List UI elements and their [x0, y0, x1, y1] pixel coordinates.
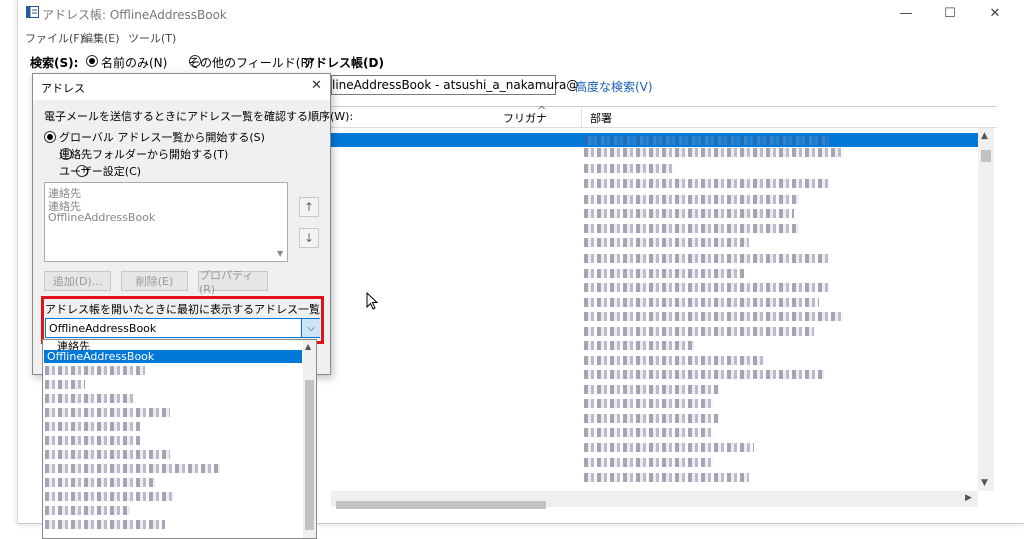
list-header: フリガナ ^ 部署	[331, 104, 997, 128]
properties-button[interactable]: プロパティ(R)	[198, 269, 268, 296]
dropdown-item-selected[interactable]: OfflineAddressBook	[44, 350, 302, 363]
scroll-right-icon[interactable]: ▶	[965, 493, 972, 503]
first-show-dropdown-list: 連絡先 OfflineAddressBook ▲	[42, 339, 317, 539]
table-row[interactable]	[584, 164, 674, 173]
scroll-thumb[interactable]	[981, 150, 991, 162]
custom-order-label[interactable]: ユーザー設定(C)	[59, 163, 141, 179]
table-row[interactable]	[584, 224, 799, 233]
listbox-scroll-down-icon[interactable]: ▼	[277, 249, 283, 258]
name-only-radio[interactable]	[86, 55, 98, 67]
table-row[interactable]	[584, 428, 714, 437]
scroll-up-icon[interactable]: ▲	[981, 131, 988, 141]
add-button[interactable]: 追加(D)...	[44, 271, 111, 291]
table-row[interactable]	[584, 356, 764, 365]
other-fields-label[interactable]: その他のフィールド(R)	[188, 54, 313, 71]
column-divider[interactable]	[581, 107, 582, 127]
table-row[interactable]	[584, 148, 844, 157]
list-item[interactable]	[45, 436, 140, 445]
table-row[interactable]	[584, 254, 829, 263]
table-row[interactable]	[584, 458, 714, 467]
list-item[interactable]	[45, 380, 85, 389]
list-vertical-scrollbar[interactable]: ▲ ▼	[978, 128, 994, 491]
close-button[interactable]: ✕	[973, 0, 1017, 27]
table-row[interactable]	[584, 269, 744, 278]
scroll-down-icon[interactable]: ▼	[981, 478, 988, 488]
table-row[interactable]	[584, 312, 844, 321]
menu-bar: ファイル(F) 編集(E) ツール(T)	[18, 27, 1024, 47]
list-item[interactable]	[45, 450, 170, 459]
department-column-blurred	[584, 128, 864, 488]
minimize-button[interactable]: —	[884, 0, 928, 27]
table-row[interactable]	[584, 238, 749, 247]
table-row[interactable]	[584, 195, 799, 204]
address-book-icon	[26, 6, 39, 18]
table-row[interactable]	[584, 136, 829, 145]
order-label: 電子メールを送信するときにアドレス一覧を確認する順序(W):	[44, 110, 354, 123]
table-row[interactable]	[584, 327, 814, 336]
table-row[interactable]	[584, 179, 829, 188]
move-up-button[interactable]: ↑	[299, 197, 319, 217]
table-row[interactable]	[584, 414, 719, 423]
menu-tools[interactable]: ツール(T)	[128, 30, 176, 46]
start-global-label[interactable]: グローバル アドレス一覧から開始する(S)	[59, 129, 265, 145]
address-book-select[interactable]: lineAddressBook - atsushi_a_nakamura@ ⌵	[331, 75, 578, 95]
table-row[interactable]	[584, 341, 694, 350]
chevron-down-icon: ⌵	[542, 77, 552, 91]
dialog-title: アドレス	[41, 82, 85, 95]
list-item[interactable]	[45, 366, 145, 375]
list-item[interactable]	[45, 394, 135, 403]
table-row[interactable]	[584, 399, 714, 408]
address-book-label: アドレス帳(D)	[303, 56, 384, 70]
column-department[interactable]: 部署	[590, 110, 612, 126]
dropdown-blurred-items	[43, 364, 301, 534]
table-row[interactable]	[584, 443, 754, 452]
table-row[interactable]	[584, 370, 824, 379]
menu-edit[interactable]: 編集(E)	[82, 30, 120, 46]
list-item[interactable]	[45, 408, 170, 417]
list-item[interactable]: OfflineAddressBook	[48, 211, 155, 224]
list-item[interactable]	[45, 478, 155, 487]
table-row[interactable]	[584, 209, 794, 218]
search-label: 検索(S):	[30, 56, 79, 70]
advanced-search-link[interactable]: 高度な検索(V)	[575, 78, 653, 95]
hscroll-thumb[interactable]	[336, 501, 546, 509]
list-horizontal-scrollbar[interactable]: ▶	[331, 491, 978, 509]
mouse-cursor-icon	[366, 292, 379, 310]
table-row[interactable]	[584, 298, 819, 307]
table-row[interactable]	[584, 473, 749, 482]
title-bar[interactable]: アドレス帳: OfflineAddressBook — ☐ ✕	[18, 0, 1024, 27]
search-row: 検索(S): 名前のみ(N) その他のフィールド(R) アドレス帳(D)	[18, 50, 1024, 72]
dropdown-scroll-thumb[interactable]	[305, 380, 314, 530]
maximize-button[interactable]: ☐	[928, 0, 972, 27]
list-item[interactable]	[45, 520, 165, 529]
list-item[interactable]	[45, 492, 175, 501]
move-down-button[interactable]: ↓	[299, 228, 319, 248]
table-row[interactable]	[584, 385, 719, 394]
dialog-title-bar[interactable]: アドレス ✕	[33, 74, 330, 100]
delete-button[interactable]: 削除(E)	[121, 271, 188, 291]
list-item[interactable]	[45, 422, 140, 431]
dialog-close-icon[interactable]: ✕	[311, 78, 322, 93]
list-item[interactable]	[45, 464, 220, 473]
address-list-order-box[interactable]: 連絡先 連絡先 OfflineAddressBook ▼	[44, 182, 288, 262]
scroll-up-icon[interactable]: ▲	[305, 342, 311, 351]
dropdown-scrollbar[interactable]: ▲	[303, 340, 316, 538]
highlight-annotation-box	[41, 296, 324, 344]
sort-ascending-icon: ^	[537, 104, 547, 117]
list-item[interactable]	[45, 506, 130, 515]
table-row[interactable]	[584, 283, 829, 292]
start-global-radio[interactable]	[44, 131, 56, 143]
window-title: アドレス帳: OfflineAddressBook	[42, 8, 227, 22]
menu-file[interactable]: ファイル(F)	[25, 30, 84, 46]
start-contacts-label[interactable]: 連絡先フォルダーから開始する(T)	[59, 146, 228, 162]
name-only-label[interactable]: 名前のみ(N)	[101, 54, 167, 71]
